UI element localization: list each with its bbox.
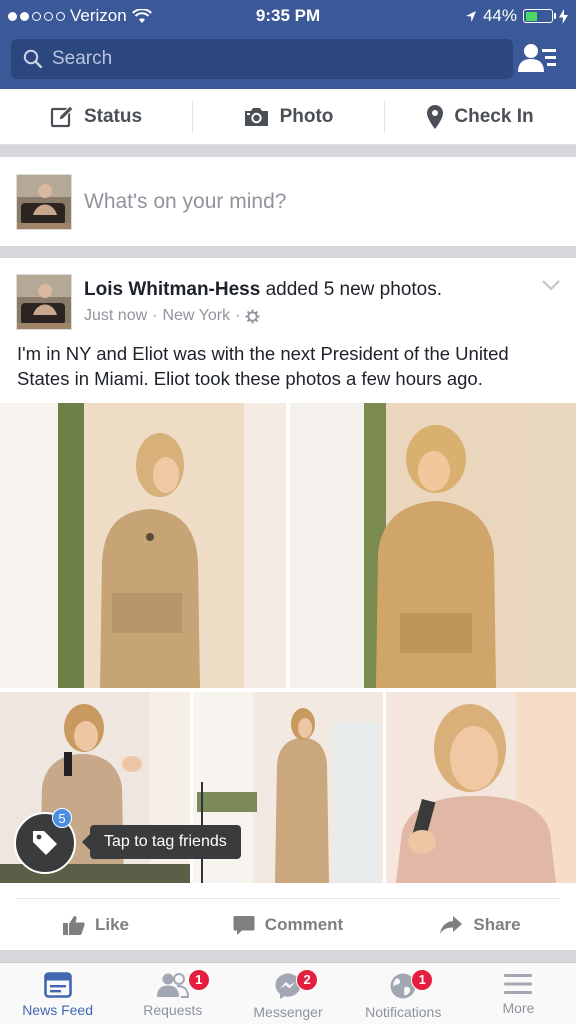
requests-badge: 1 — [187, 969, 210, 991]
battery-percent: 44% — [482, 6, 517, 25]
tab-requests[interactable]: Requests 1 — [115, 963, 230, 1024]
tab-bar: News Feed Requests 1 Messenger 2 Notific… — [0, 962, 576, 1024]
composer-prompt: What's on your mind? — [84, 190, 287, 213]
status-right-group: 44% — [465, 6, 568, 26]
privacy-gear-icon — [245, 308, 260, 324]
composer-actions: Status Photo Check In — [0, 89, 576, 145]
menu-icon — [504, 974, 533, 994]
search-input[interactable]: Search — [11, 39, 513, 79]
feed-post: Lois Whitman-Hess added 5 new photos. Ju… — [0, 258, 576, 958]
check-in-button[interactable]: Check In — [384, 89, 576, 144]
like-label: Like — [94, 915, 130, 934]
tab-label-more: More — [502, 1000, 535, 1016]
status-button[interactable]: Status — [0, 89, 192, 144]
tab-more[interactable]: More — [461, 963, 576, 1024]
meta-separator: · — [235, 307, 241, 324]
tag-count-badge: 5 — [52, 808, 72, 828]
share-label: Share — [473, 915, 521, 934]
tab-news-feed[interactable]: News Feed — [0, 963, 115, 1024]
messenger-badge: 2 — [296, 969, 319, 991]
friend-requests-icon — [156, 973, 189, 998]
post-action: added 5 new photos. — [260, 279, 443, 300]
tag-icon — [33, 831, 57, 855]
tag-friends-tooltip: Tap to tag friends — [82, 825, 241, 859]
share-button[interactable]: Share — [384, 899, 576, 951]
section-divider — [0, 145, 576, 157]
camera-icon — [244, 107, 268, 126]
battery-icon — [523, 9, 556, 23]
post-location[interactable]: New York — [162, 307, 230, 325]
tab-messenger[interactable]: Messenger 2 — [230, 963, 345, 1024]
charging-icon — [559, 8, 568, 24]
thumbs-up-icon — [62, 916, 85, 935]
section-divider — [0, 246, 576, 258]
composer-prompt-row[interactable]: What's on your mind? — [0, 157, 576, 246]
tab-label-news-feed: News Feed — [22, 1002, 93, 1018]
location-arrow-icon — [465, 10, 476, 22]
post-photo-1[interactable] — [0, 403, 286, 688]
status-label: Status — [83, 105, 143, 127]
reaction-bar: Like Comment Share — [0, 899, 576, 951]
photo-label: Photo — [279, 105, 334, 127]
comment-icon — [233, 915, 255, 935]
post-photo-2[interactable] — [290, 403, 576, 688]
tab-label-requests: Requests — [143, 1002, 203, 1018]
post-meta: Just now · New York · — [84, 307, 260, 325]
post-body-text: I'm in NY and Eliot was with the next Pr… — [17, 343, 509, 389]
meta-separator: · — [152, 307, 158, 324]
status-bar: Verizon 9:35 PM 44% — [0, 0, 576, 32]
post-header: Lois Whitman-Hess added 5 new photos. — [84, 279, 442, 301]
tab-label-notifications: Notifications — [365, 1004, 442, 1020]
section-divider — [0, 950, 576, 962]
check-in-label: Check In — [454, 105, 534, 127]
edit-icon — [50, 104, 74, 127]
friends-list-icon[interactable] — [518, 42, 558, 76]
author-name[interactable]: Lois Whitman-Hess — [84, 279, 260, 300]
search-placeholder: Search — [52, 48, 113, 69]
news-feed-icon — [43, 972, 72, 998]
search-icon — [23, 49, 43, 69]
author-avatar[interactable] — [16, 274, 72, 330]
post-options-chevron-icon[interactable] — [542, 280, 560, 291]
user-avatar[interactable] — [16, 174, 72, 230]
post-photo-5[interactable] — [386, 692, 576, 883]
share-arrow-icon — [440, 916, 463, 934]
comment-button[interactable]: Comment — [192, 899, 384, 951]
comment-label: Comment — [264, 915, 344, 934]
location-pin-icon — [427, 104, 444, 129]
like-button[interactable]: Like — [0, 899, 192, 951]
notifications-badge: 1 — [411, 969, 434, 991]
tab-label-messenger: Messenger — [253, 1004, 323, 1020]
top-header: Verizon 9:35 PM 44% Search — [0, 0, 576, 89]
battery-level — [525, 11, 537, 21]
post-time[interactable]: Just now — [84, 307, 147, 325]
tab-notifications[interactable]: Notifications 1 — [346, 963, 461, 1024]
photo-button[interactable]: Photo — [192, 89, 384, 144]
